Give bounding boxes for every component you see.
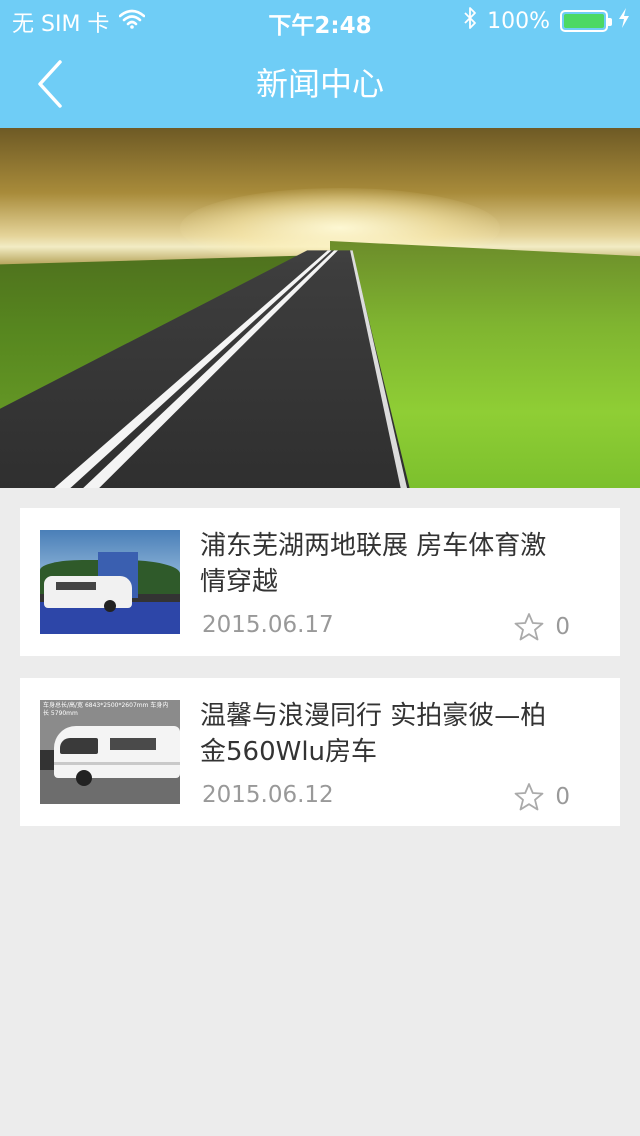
thumb-caravan-window xyxy=(60,738,98,754)
thumb-caravan-wheel xyxy=(76,770,92,786)
battery-icon xyxy=(560,10,612,32)
battery-tip xyxy=(608,18,612,26)
thumb-caravan-window xyxy=(56,582,96,590)
nav-bar: 新闻中心 xyxy=(0,40,640,128)
news-item[interactable]: 车身总长/高/宽 6843*2500*2607mm 车身内长 5790mm 温馨… xyxy=(20,678,620,826)
page-title: 新闻中心 xyxy=(255,65,384,103)
news-thumbnail: 车身总长/高/宽 6843*2500*2607mm 车身内长 5790mm xyxy=(40,700,180,804)
battery-percent: 100% xyxy=(487,8,550,34)
news-title: 浦东芜湖两地联展 房车体育激情穿越 xyxy=(200,531,547,597)
news-date: 2015.06.17 xyxy=(202,612,334,638)
status-bar: 无 SIM 卡 下午2:48 100% xyxy=(0,0,640,40)
news-title: 温馨与浪漫同行 实拍豪彼—柏金560Wlu房车 xyxy=(200,701,547,767)
news-item[interactable]: 浦东芜湖两地联展 房车体育激情穿越 2015.06.17 0 xyxy=(20,508,620,656)
star-icon xyxy=(514,613,544,641)
thumb-caravan-wheel xyxy=(104,600,116,612)
news-date: 2015.06.12 xyxy=(202,782,334,808)
bluetooth-icon xyxy=(463,6,477,36)
app-screen: 无 SIM 卡 下午2:48 100% 新闻中心 浦东芜湖两地联展 房车体育激情… xyxy=(0,0,640,1136)
thumb-caravan-stripe xyxy=(54,762,180,765)
thumb-caption: 车身总长/高/宽 6843*2500*2607mm 车身内长 5790mm xyxy=(43,702,169,717)
thumb-caravan xyxy=(44,576,132,612)
charging-icon xyxy=(618,7,630,35)
top-bar: 无 SIM 卡 下午2:48 100% 新闻中心 xyxy=(0,0,640,128)
news-thumbnail xyxy=(40,530,180,634)
battery-level xyxy=(564,14,604,28)
status-right: 100% xyxy=(463,6,630,36)
star-icon xyxy=(514,783,544,811)
favorite-button[interactable]: 0 xyxy=(513,782,570,812)
favorite-count: 0 xyxy=(555,784,570,810)
banner-image[interactable] xyxy=(0,128,640,488)
thumb-caravan-window xyxy=(110,738,156,750)
favorite-count: 0 xyxy=(555,614,570,640)
favorite-button[interactable]: 0 xyxy=(513,612,570,642)
thumb-caravan xyxy=(54,726,180,786)
